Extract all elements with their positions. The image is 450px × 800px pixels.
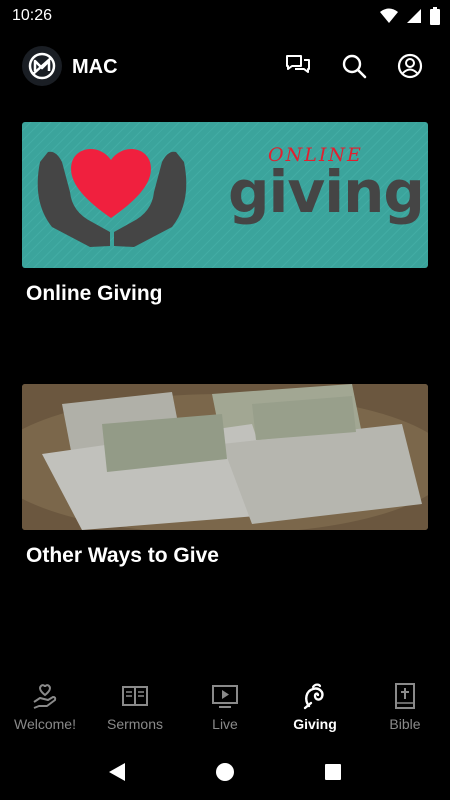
app-title: MAC [72, 56, 118, 78]
wifi-icon [380, 8, 398, 23]
nav-label: Sermons [106, 716, 164, 732]
status-time: 10:26 [12, 7, 53, 24]
tv-play-icon [212, 685, 238, 708]
profile-button[interactable] [396, 52, 424, 80]
giving-icon [303, 683, 324, 710]
other-ways-card[interactable]: Other Ways to Give [22, 384, 428, 568]
other-ways-photo [22, 384, 428, 530]
nav-item-sermons[interactable]: Sermons [90, 672, 180, 744]
church-logo-icon[interactable] [22, 46, 62, 86]
back-icon[interactable] [106, 761, 128, 783]
recents-icon[interactable] [322, 761, 344, 783]
battery-icon [430, 7, 440, 25]
online-giving-banner: ONLINE giving [22, 122, 428, 268]
nav-label: Bible [389, 716, 421, 732]
app-actions [284, 52, 424, 80]
search-button[interactable] [340, 52, 368, 80]
nav-label: Giving [293, 716, 337, 732]
card-title: Online Giving [26, 282, 163, 305]
messages-button[interactable] [284, 52, 312, 80]
nav-item-welcome[interactable]: Welcome! [0, 672, 90, 744]
banner-giving-text: giving [228, 158, 425, 226]
card-title: Other Ways to Give [26, 544, 219, 567]
offering-envelopes-image [22, 384, 428, 530]
search-icon [342, 54, 367, 79]
system-nav-bar [0, 744, 450, 800]
home-icon[interactable] [214, 761, 236, 783]
cell-signal-icon [407, 9, 421, 23]
nav-item-giving[interactable]: Giving [270, 672, 360, 744]
bible-cross-icon [395, 683, 415, 709]
nav-item-live[interactable]: Live [180, 672, 270, 744]
nav-label: Live [212, 716, 238, 732]
bottom-nav: Welcome! Sermons Live Giving Bible [0, 672, 450, 744]
online-giving-card[interactable]: ONLINE giving Online Giving [22, 122, 428, 306]
account-circle-icon [397, 53, 423, 79]
hand-heart-icon [33, 684, 57, 709]
status-icons [380, 7, 440, 25]
status-bar: 10:26 [0, 0, 450, 32]
book-icon [122, 686, 148, 706]
chat-icon [286, 55, 310, 73]
nav-label: Welcome! [14, 716, 76, 732]
nav-item-bible[interactable]: Bible [360, 672, 450, 744]
app-bar: MAC [0, 40, 450, 92]
